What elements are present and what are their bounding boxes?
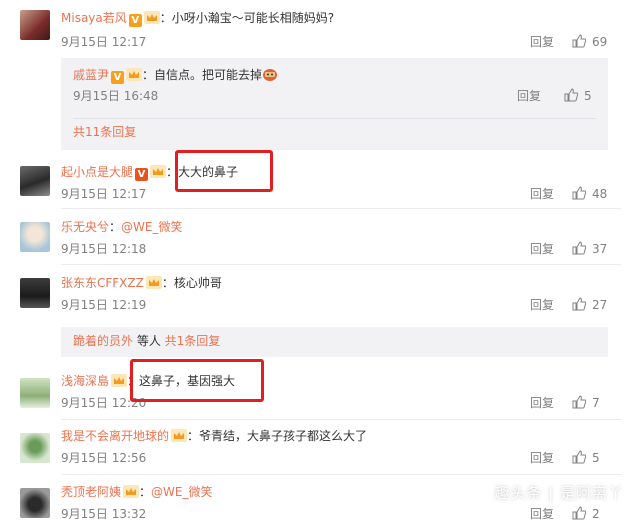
avatar[interactable] [20, 278, 50, 308]
thumbs-up-icon [572, 297, 586, 311]
avatar[interactable] [20, 488, 50, 518]
username[interactable]: 乐无央兮 [61, 220, 109, 234]
thumbs-up-icon [572, 186, 586, 200]
avatar[interactable] [20, 166, 50, 196]
highlight-box [130, 359, 264, 402]
username[interactable]: 我是不会离开地球的 [61, 429, 169, 443]
comment-time: 9月15日 12:17 [61, 35, 147, 49]
reply-button[interactable]: 回复 [530, 395, 554, 411]
reply-thread: 跪着的员外 等人 共1条回复 [61, 327, 608, 357]
like-count: 48 [592, 187, 608, 201]
crown-badge-icon [171, 429, 188, 442]
reply-text: 自信点。把可能去掉 [154, 68, 263, 82]
like-count: 69 [592, 35, 608, 49]
crown-badge-icon [145, 276, 162, 289]
reply-time: 9月15日 16:48 [73, 89, 159, 103]
divider [61, 474, 621, 475]
avatar[interactable] [20, 222, 50, 252]
like-button[interactable]: 2 [572, 506, 600, 522]
username[interactable]: 戚蓝尹 [73, 68, 109, 82]
thumbs-up-icon [572, 506, 586, 520]
reply-button[interactable]: 回复 [530, 450, 554, 466]
reply-thread: 戚蓝尹 V ：自信点。把可能去掉 9月15日 16:48 回复 5 共11条回复 [61, 58, 608, 150]
like-button[interactable]: 48 [572, 186, 607, 202]
view-more-replies-link[interactable]: 共11条回复 [73, 124, 136, 140]
crown-badge-icon [111, 374, 128, 387]
highlight-box [175, 150, 273, 192]
divider [61, 419, 621, 420]
mention-link[interactable]: @WE_微笑 [151, 485, 212, 499]
avatar[interactable] [20, 433, 50, 463]
reply-button[interactable]: 回复 [517, 88, 541, 104]
comment-text: 小呀小瀚宝～可能长相随妈妈? [171, 11, 335, 25]
like-button[interactable]: 69 [572, 34, 607, 50]
verified-badge-icon: V [128, 14, 142, 27]
like-button[interactable]: 37 [572, 241, 607, 257]
comment-time: 9月15日 12:18 [61, 242, 147, 256]
like-count: 27 [592, 298, 608, 312]
crown-badge-icon [126, 68, 143, 81]
username[interactable]: 秃顶老阿姨 [61, 485, 121, 499]
like-count: 5 [584, 89, 592, 103]
divider [61, 208, 621, 209]
username[interactable]: 起小点是大腿 [61, 165, 133, 179]
mention-link[interactable]: @WE_微笑 [121, 220, 182, 234]
thumbs-up-icon [572, 34, 586, 48]
crown-badge-icon [143, 11, 160, 24]
username[interactable]: 张东东CFFXZZ [61, 276, 144, 290]
username[interactable]: Misaya若风 [61, 11, 127, 25]
like-button[interactable]: 5 [572, 450, 600, 466]
username[interactable]: 浅海深島 [61, 374, 109, 388]
verified-badge-icon: V [111, 71, 125, 84]
view-more-replies-link[interactable]: 共1条回复 [165, 334, 221, 348]
like-count: 37 [592, 242, 608, 256]
divider [61, 264, 621, 265]
emoji-icon [263, 69, 278, 81]
like-count: 2 [592, 507, 600, 521]
watermark: 趣头条 | 是阿离丫 [494, 484, 624, 502]
crown-badge-icon [150, 165, 167, 178]
avatar[interactable] [20, 10, 50, 40]
thumbs-up-icon [564, 88, 578, 102]
avatar[interactable] [20, 378, 50, 408]
crown-badge-icon [123, 485, 140, 498]
like-button[interactable]: 7 [572, 395, 600, 411]
comment-time: 9月15日 12:19 [61, 298, 147, 312]
comment-text: 核心帅哥 [173, 276, 222, 290]
comment-time: 9月15日 13:32 [61, 507, 147, 521]
thumbs-up-icon [572, 241, 586, 255]
reply-button[interactable]: 回复 [530, 186, 554, 202]
comment-text: 爷青结，大鼻子孩子都这么大了 [199, 429, 368, 443]
comment-time: 9月15日 12:56 [61, 451, 147, 465]
like-count: 5 [592, 451, 600, 465]
thumbs-up-icon [572, 395, 586, 409]
reply-button[interactable]: 回复 [530, 34, 554, 50]
thumbs-up-icon [572, 450, 586, 464]
like-button[interactable]: 27 [572, 297, 607, 313]
username[interactable]: 跪着的员外 [73, 334, 133, 348]
verified-badge-icon: V [135, 168, 149, 181]
comment-time: 9月15日 12:17 [61, 187, 147, 201]
like-count: 7 [592, 396, 600, 410]
reply-button[interactable]: 回复 [530, 297, 554, 313]
reply-button[interactable]: 回复 [530, 241, 554, 257]
reply-button[interactable]: 回复 [530, 506, 554, 522]
like-button[interactable]: 5 [564, 88, 592, 104]
